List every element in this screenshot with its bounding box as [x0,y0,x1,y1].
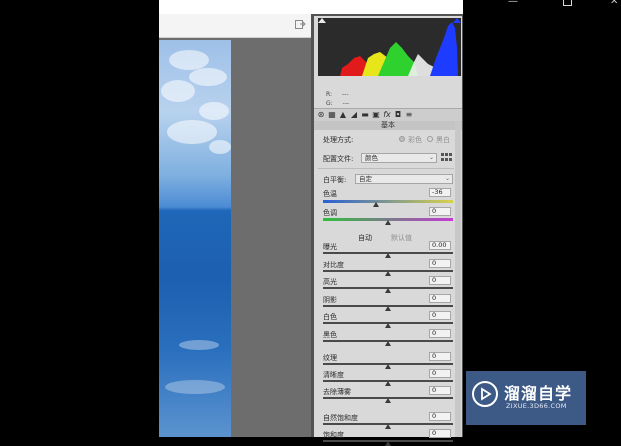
slider-thumb[interactable] [385,364,391,369]
panel-tabs: ⊛ ▦ ▲ ◢ ▬ ▣ fx ◘ ≡ [314,108,462,121]
play-logo-icon [472,381,498,407]
slider-label: 阴影 [323,295,337,304]
fullscreen-icon[interactable] [295,20,306,30]
slider-value-input[interactable]: 0 [429,258,451,268]
rgb-readout: R:--- G:--- B:--- [326,81,349,116]
slider-label: 高光 [323,278,337,286]
slider-thumb[interactable] [385,288,391,293]
minimize-button[interactable]: — [508,0,518,7]
panel-scrollbar[interactable] [455,122,461,437]
tint-slider-thumb[interactable] [385,220,391,225]
slider-value-input[interactable]: 0 [429,386,451,395]
highlight-clipping-icon[interactable] [453,18,461,23]
slider-label: 清晰度 [323,371,344,379]
white-balance-value: 自定 [359,175,372,183]
fx-icon[interactable]: fx [383,110,391,119]
slider-value-input[interactable]: 0 [429,293,451,303]
radio-color-label: 彩色 [408,136,422,144]
histogram-graph [340,22,458,76]
slider-value-input[interactable]: 0.00 [429,241,451,250]
slider-thumb[interactable] [385,424,391,429]
section-title: 基本 [314,121,462,130]
slider-thumb[interactable] [385,398,391,403]
watermark-name: 溜溜自学 [504,384,573,403]
shadow-clipping-icon[interactable] [318,18,326,23]
process-label: 处理方式: [323,136,354,144]
presets-icon[interactable]: ≡ [405,110,413,119]
profile-value: 颜色 [365,154,378,162]
bars-icon[interactable]: ▬ [361,110,369,119]
lens-icon[interactable]: ▣ [372,110,380,119]
radio-bw[interactable] [427,136,433,142]
histogram [318,18,461,76]
slider-thumb[interactable] [385,270,391,276]
slider-value-input[interactable]: 0 [429,352,451,361]
profile-browser-icon[interactable] [441,153,452,163]
slider-thumb[interactable] [385,441,391,446]
temperature-slider-thumb[interactable] [373,202,379,207]
aperture-icon[interactable]: ⊛ [317,110,325,119]
temperature-label: 色温 [323,190,337,198]
radio-bw-label: 黑白 [436,136,450,144]
radio-color[interactable] [399,136,405,142]
camera-icon[interactable]: ◘ [394,110,402,119]
dialog-title-bar [159,0,463,14]
slider-thumb[interactable] [385,253,391,258]
photo-preview [159,40,231,437]
profile-select[interactable]: 颜色 ⌄ [361,153,437,163]
slider-label: 黑色 [323,330,337,339]
slider-thumb[interactable] [385,381,391,386]
profile-label: 配置文件: [323,155,354,163]
split-icon[interactable]: ◢ [350,110,358,119]
slider-value-input[interactable]: 0 [429,311,451,320]
white-balance-label: 白平衡: [323,176,347,184]
default-button[interactable]: 默认值 [391,233,412,243]
chevron-down-icon: ⌄ [428,154,434,161]
slider-thumb[interactable] [385,305,391,311]
temperature-input[interactable]: -36 [429,188,451,197]
mountain-icon[interactable]: ▲ [339,110,347,119]
slider-thumb[interactable] [385,323,391,328]
maximize-button[interactable] [563,0,572,6]
close-button[interactable]: ✕ [610,0,618,7]
slider-label: 白色 [323,313,337,321]
tint-label: 色调 [323,209,337,217]
slider-value-input[interactable]: 0 [429,412,451,421]
slider-label: 对比度 [323,260,344,269]
temperature-slider-track[interactable] [323,200,453,203]
curve-icon[interactable]: ▦ [328,110,336,119]
white-balance-select[interactable]: 自定 ⌄ [355,174,453,184]
slider-label: 曝光 [323,243,337,251]
slider-label: 去除薄雾 [323,388,351,396]
tint-input[interactable]: 0 [429,207,451,216]
slider-label: 饱和度 [323,431,344,439]
watermark-url: ZIXUE.3D66.COM [506,402,567,410]
slider-value-input[interactable]: 0 [429,369,451,378]
slider-thumb[interactable] [385,340,391,346]
slider-value-input[interactable]: 0 [429,276,451,285]
preview-toolbar [159,14,311,38]
auto-button[interactable]: 自动 [358,233,372,243]
slider-label: 自然饱和度 [323,414,358,422]
chevron-down-icon: ⌄ [444,175,450,182]
slider-value-input[interactable]: 0 [429,328,451,338]
slider-label: 纹理 [323,354,337,362]
